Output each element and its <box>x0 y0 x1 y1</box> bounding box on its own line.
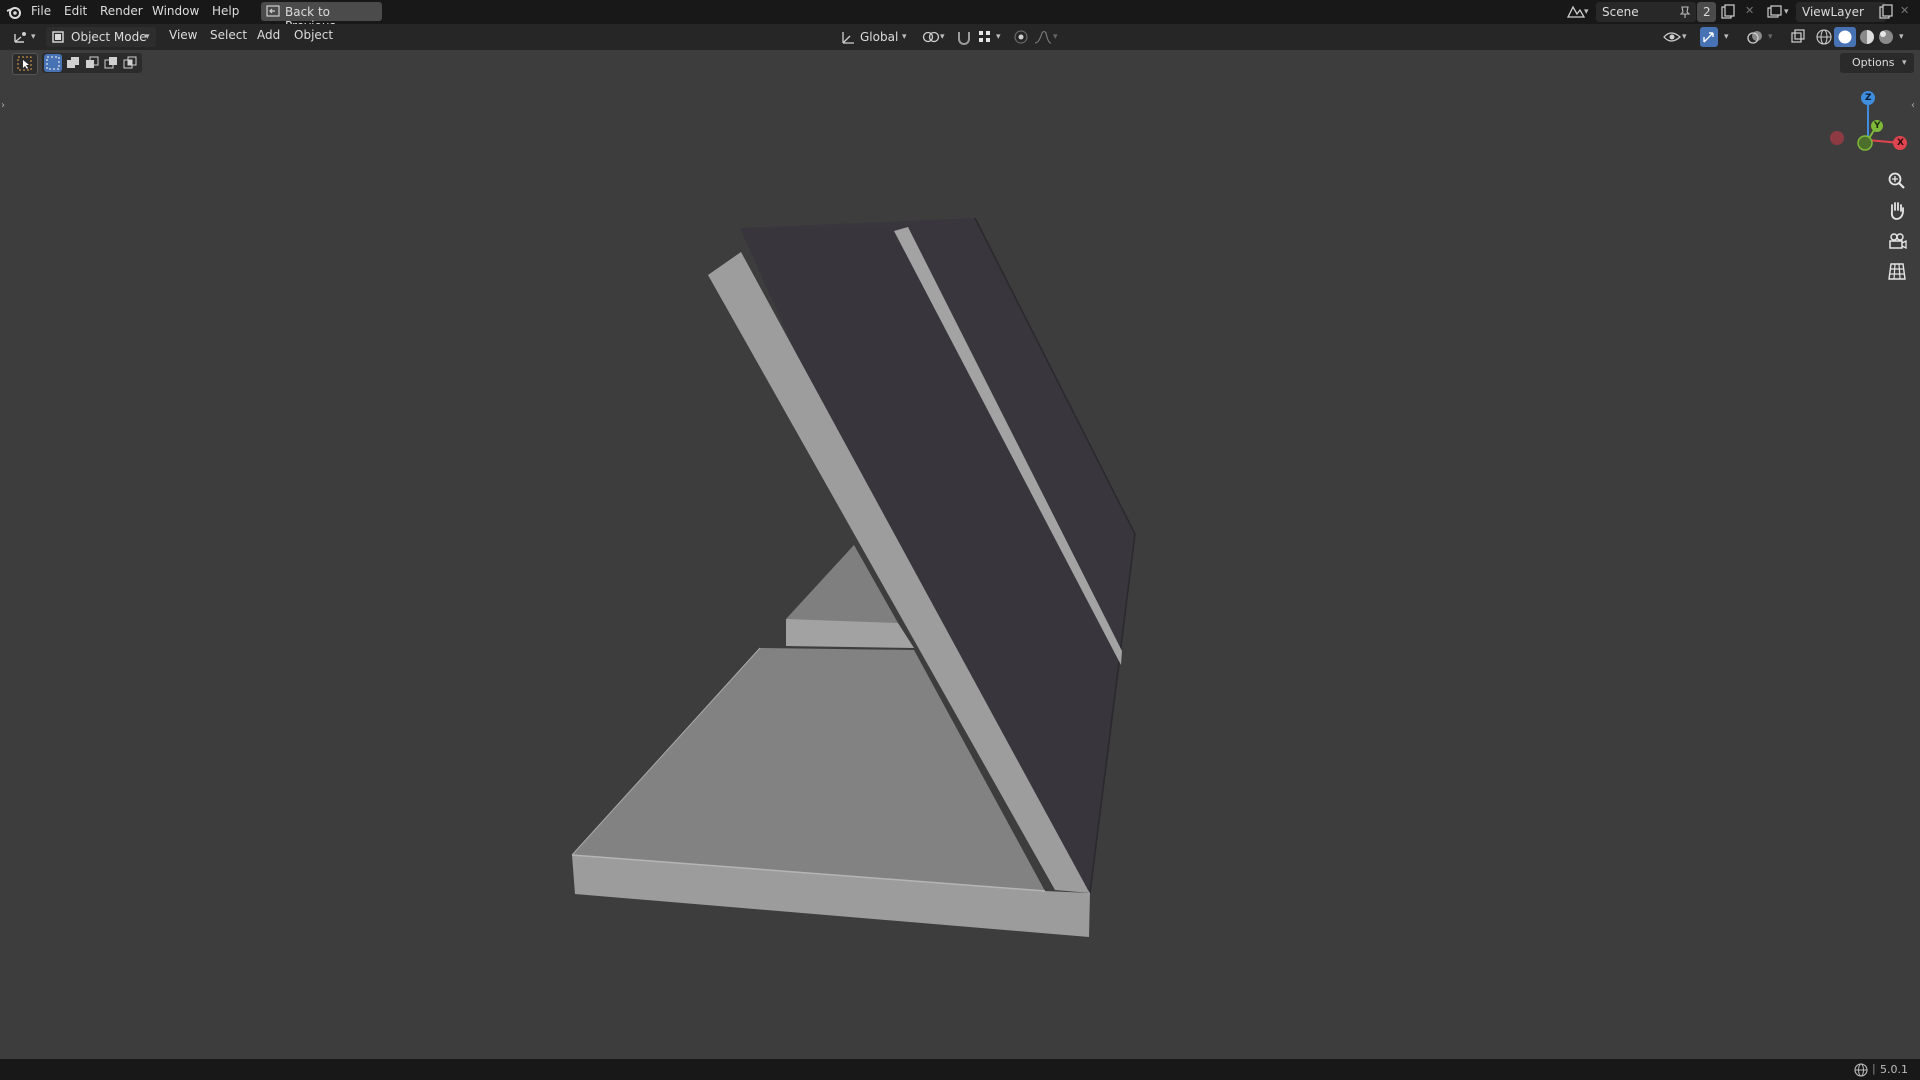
chevron-down-icon: ▾ <box>1682 32 1687 42</box>
snap-icon[interactable] <box>955 29 973 45</box>
select-new-button[interactable] <box>44 54 62 72</box>
menu-add[interactable]: Add <box>257 28 280 42</box>
back-to-previous-button[interactable]: Back to Previous <box>261 2 382 33</box>
blender-logo-icon[interactable] <box>6 4 22 20</box>
selection-mode-group <box>42 53 142 73</box>
gizmo-y-label: Y <box>1874 121 1881 131</box>
xray-icon[interactable] <box>1790 29 1806 45</box>
top-menu-bar: File Edit Render Window Help Back to Pre… <box>0 0 1920 33</box>
chevron-down-icon: ▾ <box>1899 32 1904 42</box>
menu-edit[interactable]: Edit <box>64 4 87 18</box>
scene-name: Scene <box>1602 5 1639 19</box>
options-label: Options <box>1852 56 1895 69</box>
snap-increment-icon[interactable] <box>977 29 993 45</box>
network-globe-icon <box>1854 1063 1868 1077</box>
chevron-down-icon: ▾ <box>1768 32 1773 42</box>
gizmo-x-label: X <box>1897 138 1904 148</box>
options-dropdown[interactable]: Options ▾ <box>1840 53 1914 73</box>
status-bar: | 5.0.1 <box>0 1059 1920 1080</box>
select-box-icon <box>17 56 32 71</box>
transform-orientation-dropdown[interactable]: Global ▾ <box>838 27 914 47</box>
solid-shading-icon <box>1838 30 1852 44</box>
chevron-down-icon: ▾ <box>1053 32 1058 42</box>
delete-view-layer-icon[interactable]: ✕ <box>1900 4 1909 17</box>
falloff-icon[interactable] <box>1034 29 1052 45</box>
gizmo-z-label: Z <box>1865 93 1872 103</box>
pivot-icon[interactable] <box>922 29 940 45</box>
chevron-down-icon: ▾ <box>996 32 1001 42</box>
new-scene-icon[interactable] <box>1720 4 1736 20</box>
new-view-layer-icon[interactable] <box>1878 4 1894 20</box>
negative-y-axis-icon <box>1857 135 1873 151</box>
zoom-icon <box>1888 172 1905 189</box>
status-separator: | <box>1872 1062 1876 1075</box>
chevron-down-icon: ▾ <box>1902 58 1907 68</box>
mode-dropdown[interactable]: Object Mode ▾ <box>46 27 156 47</box>
select-tool-button[interactable] <box>12 53 38 75</box>
scene-users-count[interactable]: 2 <box>1697 2 1716 22</box>
toolbar-expand-icon[interactable]: › <box>1 100 5 111</box>
view-layer-name: ViewLayer <box>1802 5 1864 19</box>
camera-view-button[interactable] <box>1884 228 1910 254</box>
material-shading-icon[interactable] <box>1858 28 1876 46</box>
select-subtract-icon[interactable] <box>85 56 99 70</box>
3d-viewport[interactable]: › ‹ Z X Y <box>0 50 1920 1059</box>
transform-orientation-icon <box>842 32 854 44</box>
rendered-shading-icon[interactable] <box>1877 28 1895 46</box>
select-difference-icon[interactable] <box>104 56 118 70</box>
chevron-down-icon: ▾ <box>31 32 36 42</box>
menu-help[interactable]: Help <box>212 4 239 18</box>
version-label: 5.0.1 <box>1880 1063 1908 1076</box>
chevron-down-icon: ▾ <box>1784 7 1789 17</box>
bookstand-model[interactable] <box>0 50 1920 1059</box>
gizmo-toggle[interactable] <box>1700 27 1718 47</box>
viewport-header: ▾ Object Mode ▾ View Select Add Object G… <box>0 24 1920 50</box>
3d-viewport-icon[interactable] <box>12 29 32 45</box>
gizmo-icon <box>1703 32 1714 43</box>
ortho-grid-button[interactable] <box>1884 258 1910 284</box>
select-extend-icon[interactable] <box>66 56 80 70</box>
overlay-icon[interactable] <box>1746 29 1764 45</box>
menu-object[interactable]: Object <box>294 28 333 42</box>
camera-view-icon <box>1889 233 1907 250</box>
chevron-down-icon: ▾ <box>940 32 945 42</box>
mode-label: Object Mode <box>71 30 147 44</box>
menu-file[interactable]: File <box>31 4 51 18</box>
negative-x-axis-icon <box>1830 131 1844 145</box>
menu-window[interactable]: Window <box>152 4 199 18</box>
view-layer-field[interactable]: ViewLayer <box>1796 2 1886 22</box>
scene-field[interactable]: Scene <box>1596 2 1696 22</box>
back-icon <box>266 5 280 17</box>
view-layer-icon[interactable] <box>1766 4 1784 20</box>
transform-orientation-label: Global <box>860 30 899 44</box>
object-mode-icon <box>52 31 64 43</box>
wireframe-shading-icon[interactable] <box>1815 28 1833 46</box>
chevron-down-icon: ▾ <box>902 32 907 42</box>
menu-render[interactable]: Render <box>100 4 143 18</box>
delete-scene-icon[interactable]: ✕ <box>1745 4 1754 17</box>
pan-hand-icon <box>1890 202 1904 220</box>
pan-button[interactable] <box>1884 198 1910 224</box>
select-intersect-icon[interactable] <box>123 56 137 70</box>
menu-view[interactable]: View <box>169 28 197 42</box>
visibility-icon[interactable] <box>1663 29 1681 45</box>
menu-select[interactable]: Select <box>210 28 247 42</box>
proportional-edit-icon[interactable] <box>1013 29 1029 45</box>
select-new-icon <box>46 56 60 70</box>
chevron-down-icon: ▾ <box>1584 7 1589 17</box>
zoom-button[interactable] <box>1884 168 1910 194</box>
pin-icon[interactable] <box>1678 5 1692 19</box>
chevron-down-icon: ▾ <box>145 32 150 42</box>
solid-shading-button[interactable] <box>1834 27 1856 47</box>
scene-users-label: 2 <box>1703 5 1711 19</box>
chevron-down-icon: ▾ <box>1724 32 1729 42</box>
ortho-grid-icon <box>1888 263 1906 280</box>
